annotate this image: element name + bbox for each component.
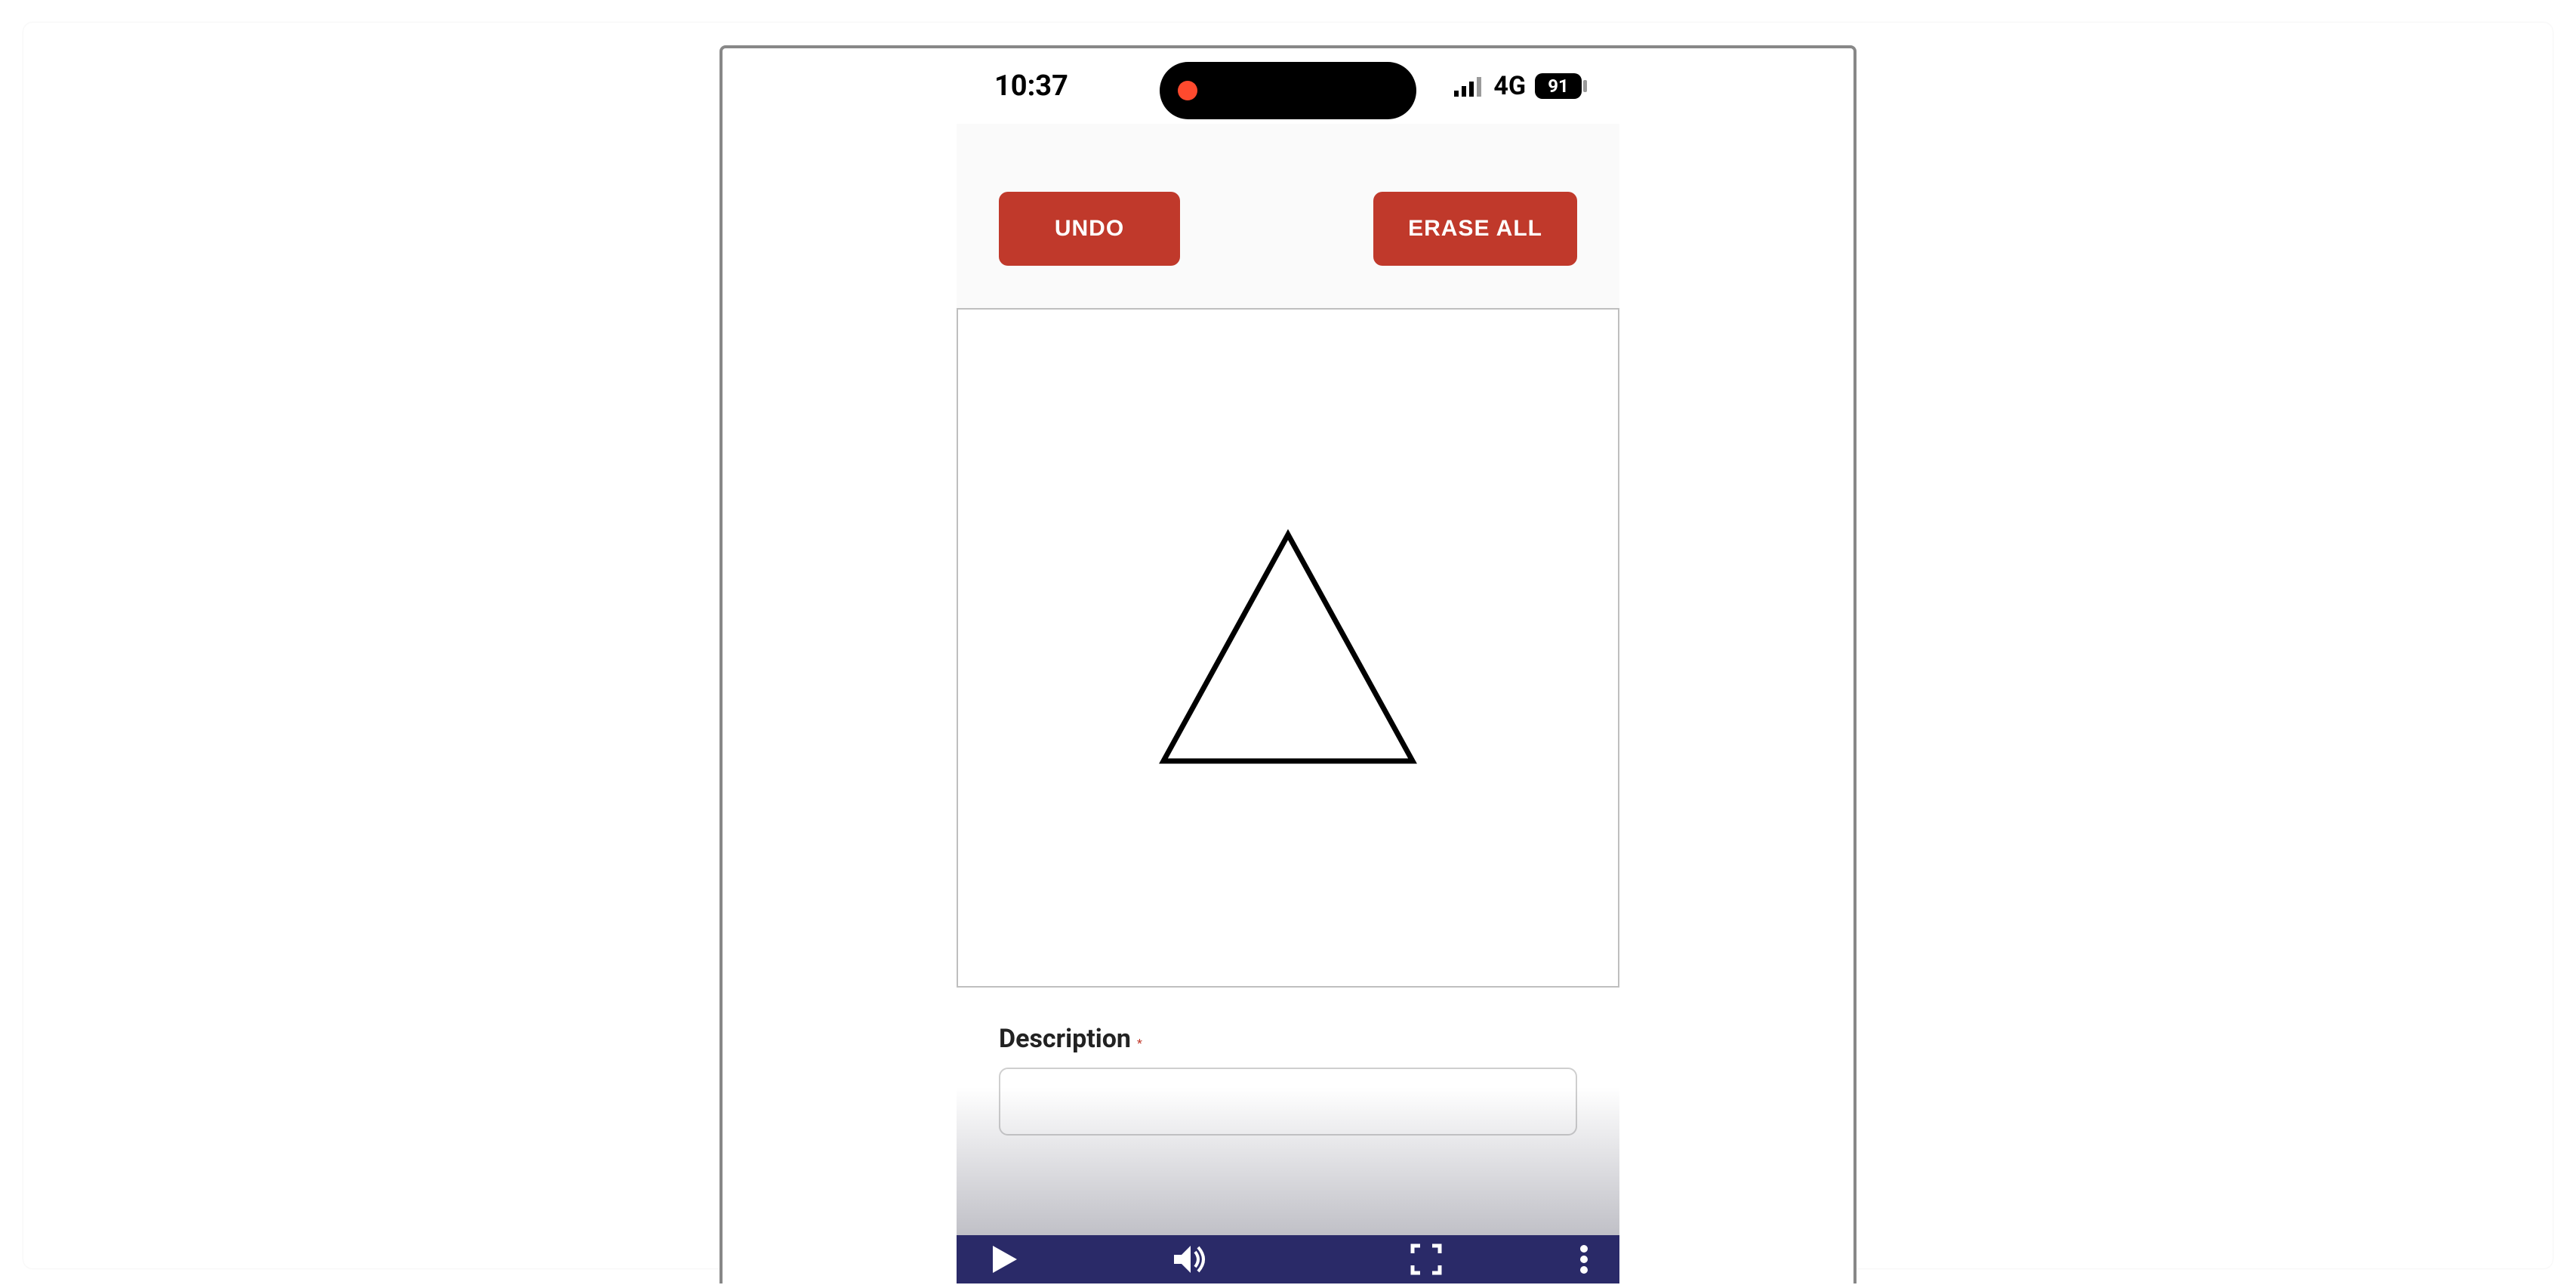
recording-indicator-icon bbox=[1178, 81, 1197, 100]
video-controls-left bbox=[987, 1243, 1209, 1276]
battery-icon: 91 bbox=[1535, 73, 1582, 99]
description-label-row: Description * bbox=[999, 1024, 1577, 1054]
more-options-icon[interactable] bbox=[1579, 1243, 1589, 1276]
video-controls-bar bbox=[957, 1235, 1619, 1283]
video-controls-right bbox=[1410, 1243, 1589, 1276]
network-type: 4G bbox=[1493, 71, 1526, 101]
canvas-toolbar: UNDO ERASE ALL bbox=[957, 124, 1619, 308]
volume-icon[interactable] bbox=[1171, 1243, 1209, 1276]
dynamic-island bbox=[1160, 62, 1416, 119]
status-time: 10:37 bbox=[994, 69, 1068, 103]
description-section: Description * bbox=[957, 988, 1619, 1136]
drawing-canvas[interactable] bbox=[957, 308, 1619, 988]
page-container: 10:37 4G 91 bbox=[23, 23, 2553, 1268]
erase-all-button[interactable]: ERASE ALL bbox=[1373, 192, 1577, 266]
description-input[interactable] bbox=[999, 1068, 1577, 1136]
app-content: 10:37 4G 91 bbox=[957, 48, 1619, 1283]
play-icon[interactable] bbox=[987, 1243, 1020, 1276]
cellular-signal-icon bbox=[1454, 75, 1484, 97]
triangle-shape-icon bbox=[1148, 527, 1428, 769]
status-right: 4G 91 bbox=[1454, 71, 1582, 101]
battery-percent: 91 bbox=[1548, 75, 1569, 97]
battery-tip-icon bbox=[1583, 80, 1587, 92]
status-bar: 10:37 4G 91 bbox=[957, 48, 1619, 124]
required-indicator: * bbox=[1137, 1036, 1142, 1050]
description-label: Description bbox=[999, 1024, 1131, 1054]
fullscreen-icon[interactable] bbox=[1410, 1243, 1443, 1276]
device-frame: 10:37 4G 91 bbox=[719, 45, 1857, 1283]
undo-button[interactable]: UNDO bbox=[999, 192, 1180, 266]
